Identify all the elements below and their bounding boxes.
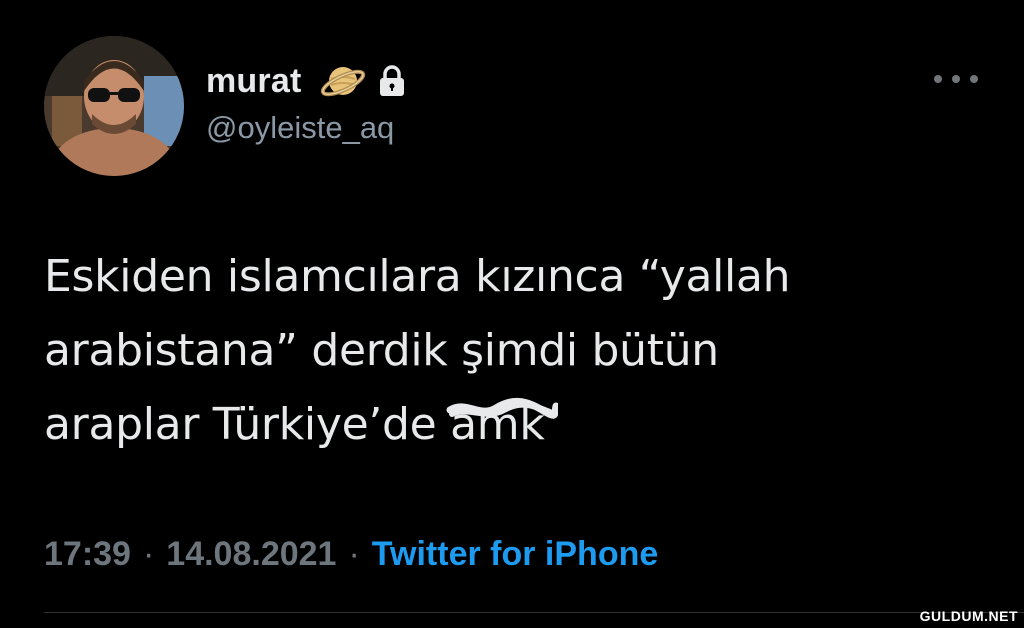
tweet-metadata: 17:39 · 14.08.2021 · Twitter for iPhone: [44, 530, 658, 578]
meta-separator: ·: [142, 534, 155, 573]
tweet-text-line: araplar Türkiye’de amk: [44, 388, 944, 462]
watermark: GULDUM.NET: [919, 608, 1018, 624]
tweet-date[interactable]: 14.08.2021: [166, 535, 336, 574]
tweet-text-line: arabistana” derdik şimdi bütün: [44, 325, 719, 376]
scribbled-word: amk: [446, 388, 559, 462]
tweet-text: Eskiden islamcılara kızınca “yallah arab…: [44, 240, 944, 462]
tweet-time[interactable]: 17:39: [44, 535, 131, 574]
more-horizontal-icon-dot: [952, 75, 960, 83]
lock-icon: [380, 65, 405, 96]
tweet-source-link[interactable]: Twitter for iPhone: [372, 535, 658, 574]
tweet-card: murat @oyleiste_aq Eskiden islamcılara k…: [0, 0, 1024, 628]
user-name-row: murat: [206, 58, 407, 104]
more-options-button[interactable]: [934, 64, 978, 94]
tweet-text-line-content: araplar Türkiye’de: [44, 399, 451, 450]
avatar[interactable]: [44, 36, 184, 176]
tweet-text-line: Eskiden islamcılara kızınca “yallah: [44, 251, 791, 302]
display-name[interactable]: murat: [206, 62, 301, 101]
meta-separator: ·: [348, 534, 360, 573]
divider: [44, 612, 1024, 613]
scribble-mark: [446, 398, 559, 419]
more-horizontal-icon-dot: [970, 75, 978, 83]
more-horizontal-icon: [934, 75, 942, 83]
ringed-planet-emoji-icon: [321, 67, 366, 97]
user-handle[interactable]: @oyleiste_aq: [206, 110, 394, 146]
avatar-photo: [44, 36, 184, 176]
